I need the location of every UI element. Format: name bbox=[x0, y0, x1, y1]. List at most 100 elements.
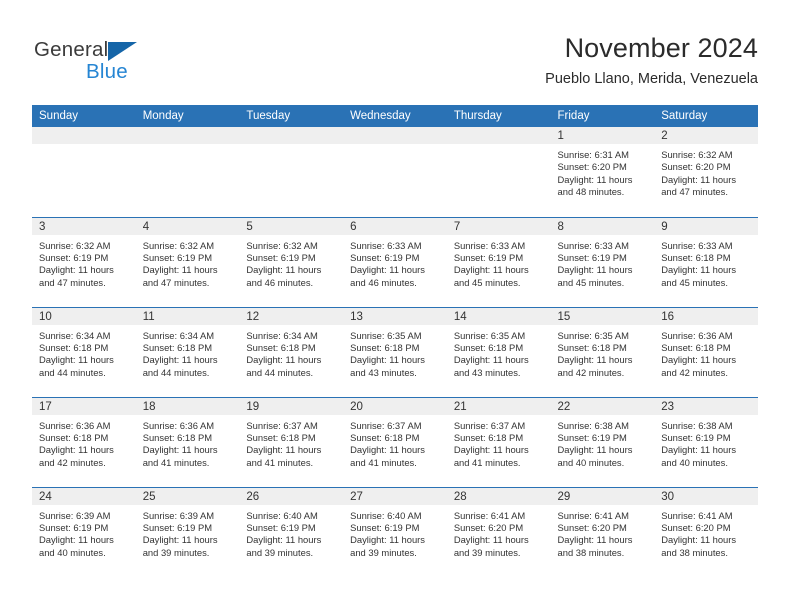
day-number: 14 bbox=[446, 307, 551, 325]
calendar-day-cell[interactable]: 13 Sunrise: 6:35 AM Sunset: 6:18 PM Dayligh… bbox=[343, 306, 447, 397]
sunset-text: Sunset: 6:19 PM bbox=[39, 521, 109, 533]
sunrise-text: Sunrise: 6:32 AM bbox=[661, 149, 733, 160]
daylight-text: Daylight: 11 hours and 40 minutes. bbox=[661, 444, 737, 468]
daylight-text: Daylight: 11 hours and 39 minutes. bbox=[142, 534, 218, 558]
calendar-day-cell[interactable]: 12 Sunrise: 6:34 AM Sunset: 6:18 PM Dayligh… bbox=[239, 306, 344, 397]
calendar-day-cell[interactable]: 5 Sunrise: 6:32 AM Sunset: 6:19 PM Daylight… bbox=[239, 216, 344, 307]
day-number: 18 bbox=[135, 397, 240, 415]
daylight-text: Daylight: 11 hours and 38 minutes. bbox=[661, 534, 737, 558]
calendar-day-cell[interactable]: 30 Sunrise: 6:41 AM Sunset: 6:20 PM Dayligh… bbox=[654, 486, 758, 577]
day-number: 7 bbox=[446, 217, 551, 235]
day-details: Sunrise: 6:37 AM Sunset: 6:18 PM Daylight:… bbox=[447, 415, 551, 470]
day-number: 3 bbox=[32, 217, 136, 235]
sunset-text: Sunset: 6:18 PM bbox=[39, 341, 109, 353]
daylight-text: Daylight: 11 hours and 47 minutes. bbox=[142, 264, 218, 288]
daylight-text: Daylight: 11 hours and 41 minutes. bbox=[350, 444, 425, 468]
calendar-day-cell[interactable]: 23 Sunrise: 6:38 AM Sunset: 6:19 PM Dayligh… bbox=[654, 396, 758, 487]
logo-text-general: General bbox=[34, 38, 109, 61]
day-details: Sunrise: 6:33 AM Sunset: 6:19 PM Daylight:… bbox=[551, 235, 655, 290]
sunset-text: Sunset: 6:19 PM bbox=[142, 521, 213, 533]
calendar-day-cell[interactable]: 10 Sunrise: 6:34 AM Sunset: 6:18 PM Dayligh… bbox=[32, 306, 136, 397]
calendar-day-cell[interactable]: 6 Sunrise: 6:33 AM Sunset: 6:19 PM Daylight… bbox=[343, 216, 447, 307]
day-details: Sunrise: 6:40 AM Sunset: 6:19 PM Daylight:… bbox=[343, 505, 447, 560]
daylight-text: Daylight: 11 hours and 43 minutes. bbox=[453, 354, 529, 378]
sunset-text: Sunset: 6:19 PM bbox=[661, 431, 731, 443]
calendar-day-cell[interactable]: 22 Sunrise: 6:38 AM Sunset: 6:19 PM Dayligh… bbox=[550, 396, 655, 487]
general-blue-logo[interactable]: General Blue bbox=[34, 38, 214, 86]
calendar-day-cell[interactable]: 27 Sunrise: 6:40 AM Sunset: 6:19 PM Dayligh… bbox=[343, 486, 447, 577]
calendar-day-cell[interactable]: 26 Sunrise: 6:40 AM Sunset: 6:19 PM Dayligh… bbox=[239, 486, 344, 577]
calendar-day-cell[interactable]: 17 Sunrise: 6:36 AM Sunset: 6:18 PM Dayligh… bbox=[32, 396, 136, 487]
day-number: 2 bbox=[654, 127, 758, 144]
sunset-text: Sunset: 6:18 PM bbox=[453, 431, 524, 443]
calendar-day-cell[interactable]: 16 Sunrise: 6:36 AM Sunset: 6:18 PM Dayligh… bbox=[654, 306, 758, 397]
sunrise-text: Sunrise: 6:37 AM bbox=[350, 419, 422, 431]
day-details: Sunrise: 6:31 AM Sunset: 6:20 PM Daylight:… bbox=[551, 144, 655, 199]
day-number: 10 bbox=[32, 307, 136, 325]
daylight-text: Daylight: 11 hours and 41 minutes. bbox=[453, 444, 529, 468]
calendar-day-cell[interactable]: 24 Sunrise: 6:39 AM Sunset: 6:19 PM Dayligh… bbox=[32, 486, 136, 577]
day-details: Sunrise: 6:38 AM Sunset: 6:19 PM Daylight:… bbox=[654, 415, 758, 470]
sunrise-text: Sunrise: 6:31 AM bbox=[557, 149, 629, 160]
calendar-day-cell[interactable]: 4 Sunrise: 6:32 AM Sunset: 6:19 PM Daylight… bbox=[135, 216, 240, 307]
calendar-day-cell[interactable]: 9 Sunrise: 6:33 AM Sunset: 6:18 PM Daylight… bbox=[654, 216, 758, 307]
day-details: Sunrise: 6:35 AM Sunset: 6:18 PM Daylight:… bbox=[551, 325, 655, 380]
sunrise-text: Sunrise: 6:33 AM bbox=[350, 239, 422, 251]
daylight-text: Daylight: 11 hours and 44 minutes. bbox=[246, 354, 322, 378]
calendar-day-cell[interactable]: 8 Sunrise: 6:33 AM Sunset: 6:19 PM Daylight… bbox=[550, 216, 655, 307]
daylight-text: Daylight: 11 hours and 44 minutes. bbox=[39, 354, 114, 378]
day-number: 26 bbox=[239, 487, 344, 505]
weekday-header-friday: Friday bbox=[550, 105, 655, 127]
sunrise-text: Sunrise: 6:37 AM bbox=[246, 419, 318, 431]
weekday-header-saturday: Saturday bbox=[654, 105, 758, 127]
sunrise-text: Sunrise: 6:40 AM bbox=[246, 509, 318, 521]
day-number bbox=[239, 127, 344, 144]
calendar-day-cell[interactable]: 1 Sunrise: 6:31 AM Sunset: 6:20 PM Daylight… bbox=[550, 127, 655, 217]
sunrise-text: Sunrise: 6:32 AM bbox=[142, 239, 215, 251]
sunset-text: Sunset: 6:19 PM bbox=[557, 251, 627, 263]
daylight-text: Daylight: 11 hours and 47 minutes. bbox=[661, 173, 737, 198]
sunset-text: Sunset: 6:20 PM bbox=[557, 161, 627, 173]
calendar-week-row: 10 Sunrise: 6:34 AM Sunset: 6:18 PM Dayligh… bbox=[32, 306, 758, 397]
day-details: Sunrise: 6:41 AM Sunset: 6:20 PM Daylight:… bbox=[447, 505, 551, 560]
calendar-day-cell[interactable]: 28 Sunrise: 6:41 AM Sunset: 6:20 PM Dayligh… bbox=[446, 486, 551, 577]
weekday-header-sunday: Sunday bbox=[32, 105, 136, 127]
daylight-text: Daylight: 11 hours and 39 minutes. bbox=[453, 534, 529, 558]
day-number: 23 bbox=[654, 397, 758, 415]
calendar-day-cell[interactable]: 11 Sunrise: 6:34 AM Sunset: 6:18 PM Dayligh… bbox=[135, 306, 240, 397]
daylight-text: Daylight: 11 hours and 45 minutes. bbox=[453, 264, 529, 288]
page-title: November 2024 bbox=[564, 33, 758, 63]
day-number: 12 bbox=[239, 307, 344, 325]
day-number bbox=[32, 127, 136, 144]
sunrise-text: Sunrise: 6:33 AM bbox=[557, 239, 629, 251]
day-number: 27 bbox=[343, 487, 447, 505]
sunrise-text: Sunrise: 6:33 AM bbox=[453, 239, 526, 251]
logo-triangle-icon bbox=[108, 42, 137, 61]
calendar-day-cell[interactable]: 7 Sunrise: 6:33 AM Sunset: 6:19 PM Daylight… bbox=[446, 216, 551, 307]
calendar-day-cell[interactable]: 20 Sunrise: 6:37 AM Sunset: 6:18 PM Dayligh… bbox=[343, 396, 447, 487]
sunset-text: Sunset: 6:18 PM bbox=[557, 341, 627, 353]
day-details: Sunrise: 6:36 AM Sunset: 6:18 PM Daylight:… bbox=[654, 325, 758, 380]
calendar-day-cell[interactable]: 14 Sunrise: 6:35 AM Sunset: 6:18 PM Dayligh… bbox=[446, 306, 551, 397]
sunset-text: Sunset: 6:18 PM bbox=[246, 431, 316, 443]
sunrise-text: Sunrise: 6:35 AM bbox=[453, 329, 526, 341]
calendar-day-cell[interactable]: 25 Sunrise: 6:39 AM Sunset: 6:19 PM Dayligh… bbox=[135, 486, 240, 577]
calendar-day-cell-empty bbox=[32, 127, 136, 217]
sunset-text: Sunset: 6:18 PM bbox=[661, 341, 731, 353]
calendar-day-cell[interactable]: 18 Sunrise: 6:36 AM Sunset: 6:18 PM Dayligh… bbox=[135, 396, 240, 487]
day-number: 6 bbox=[343, 217, 447, 235]
sunrise-text: Sunrise: 6:38 AM bbox=[661, 419, 733, 431]
sunset-text: Sunset: 6:19 PM bbox=[453, 251, 524, 263]
day-details: Sunrise: 6:34 AM Sunset: 6:18 PM Daylight:… bbox=[136, 325, 240, 380]
sunrise-text: Sunrise: 6:40 AM bbox=[350, 509, 422, 521]
calendar-day-cell[interactable]: 19 Sunrise: 6:37 AM Sunset: 6:18 PM Dayligh… bbox=[239, 396, 344, 487]
sunset-text: Sunset: 6:18 PM bbox=[246, 341, 316, 353]
day-number: 30 bbox=[654, 487, 758, 505]
calendar-day-cell[interactable]: 15 Sunrise: 6:35 AM Sunset: 6:18 PM Dayligh… bbox=[550, 306, 655, 397]
calendar-day-cell[interactable]: 29 Sunrise: 6:41 AM Sunset: 6:20 PM Dayligh… bbox=[550, 486, 655, 577]
calendar-day-cell[interactable]: 2 Sunrise: 6:32 AM Sunset: 6:20 PM Daylight… bbox=[654, 127, 758, 217]
daylight-text: Daylight: 11 hours and 46 minutes. bbox=[246, 264, 322, 288]
calendar-day-cell[interactable]: 3 Sunrise: 6:32 AM Sunset: 6:19 PM Daylight… bbox=[32, 216, 136, 307]
calendar-day-cell[interactable]: 21 Sunrise: 6:37 AM Sunset: 6:18 PM Dayligh… bbox=[446, 396, 551, 487]
calendar-day-cell-empty bbox=[135, 127, 240, 217]
